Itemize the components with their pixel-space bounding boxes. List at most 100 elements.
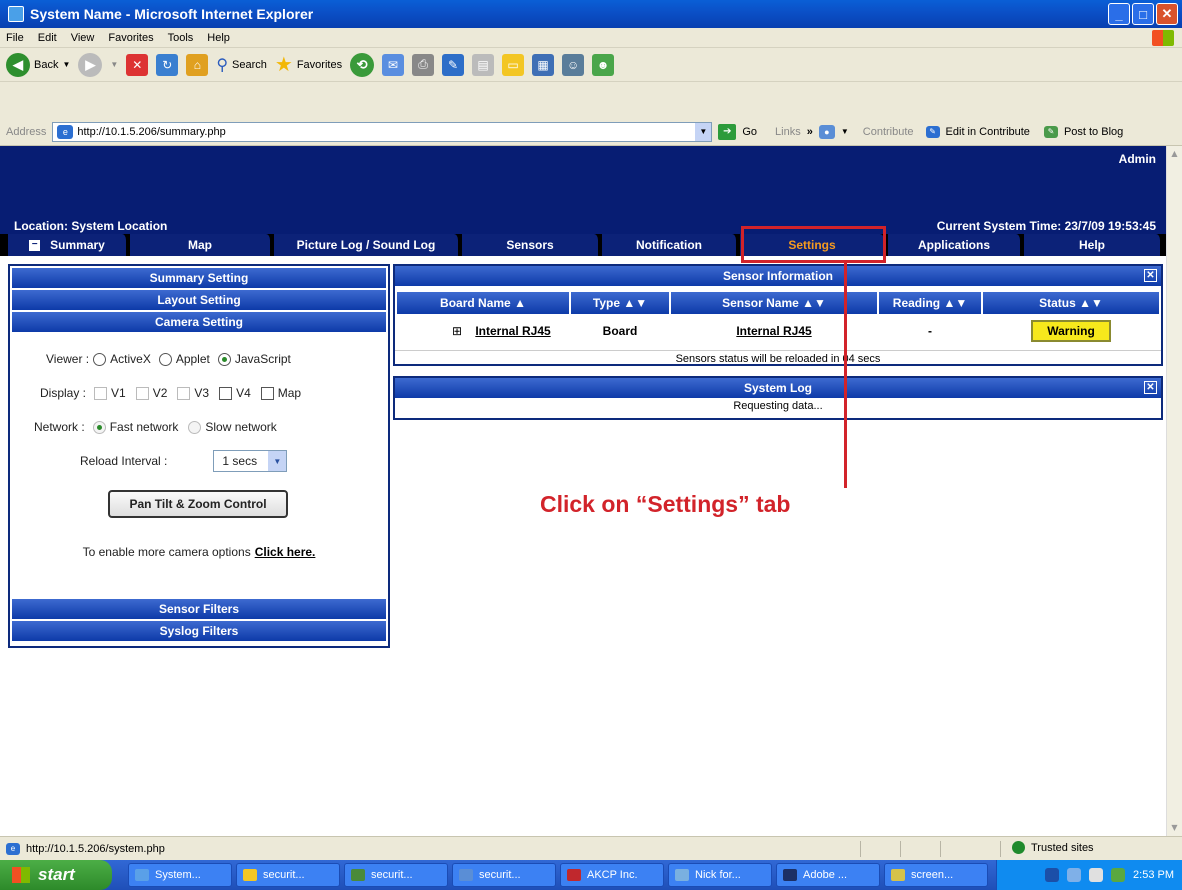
security-zone[interactable]: Trusted sites [1012, 841, 1094, 854]
folder-icon[interactable]: ▭ [502, 53, 525, 76]
menu-file[interactable]: File [6, 32, 24, 44]
search-button[interactable]: ⚲ Search [216, 55, 267, 75]
tab-sensors[interactable]: Sensors [462, 234, 600, 256]
go-arrow-icon[interactable]: ➔ [718, 123, 737, 140]
tab-summary[interactable]: − Summary [8, 234, 128, 256]
menu-favorites[interactable]: Favorites [108, 32, 153, 44]
back-button[interactable]: ◀ Back ▼ [6, 52, 70, 77]
status-badge[interactable]: Warning [1031, 320, 1111, 342]
menu-help[interactable]: Help [207, 32, 230, 44]
close-button[interactable]: ✕ [1156, 3, 1178, 25]
tab-summary-label: Summary [50, 238, 105, 252]
network-icon[interactable] [1067, 868, 1082, 882]
display-v4-checkbox[interactable] [219, 386, 233, 400]
messenger-icon[interactable]: ☺ [562, 53, 585, 76]
check-icon [1012, 841, 1025, 854]
task-button[interactable]: securit... [344, 863, 448, 887]
stop-icon[interactable]: ✕ [126, 53, 149, 76]
back-label: Back [34, 58, 59, 71]
favorites-button[interactable]: ★ Favorites [275, 52, 342, 77]
camera-setting-header[interactable]: Camera Setting [12, 312, 386, 332]
task-button[interactable]: Nick for... [668, 863, 772, 887]
col-type[interactable]: Type ▲▼ [571, 292, 669, 314]
task-button[interactable]: Adobe ... [776, 863, 880, 887]
menu-tools[interactable]: Tools [168, 32, 194, 44]
print-icon[interactable]: ⎙ [412, 53, 435, 76]
history-icon[interactable]: ⟲ [350, 52, 375, 77]
pan-tilt-zoom-button[interactable]: Pan Tilt & Zoom Control [108, 490, 288, 518]
task-button[interactable]: securit... [452, 863, 556, 887]
close-icon[interactable]: ✕ [1144, 381, 1157, 394]
display-v2-checkbox[interactable] [135, 386, 149, 400]
address-input[interactable]: e http://10.1.5.206/summary.php ▼ [52, 121, 713, 142]
collapse-icon[interactable]: − [29, 239, 41, 251]
tab-picture-log[interactable]: Picture Log / Sound Log [274, 234, 460, 256]
updates-icon[interactable] [1111, 868, 1126, 882]
scroll-up-icon[interactable]: ▲ [1167, 146, 1182, 162]
edit-in-contribute-button[interactable]: Edit in Contribute [946, 126, 1030, 138]
contribute-label[interactable]: Contribute [863, 126, 914, 138]
help-icon[interactable] [1045, 868, 1060, 882]
research-icon[interactable]: ▦ [532, 53, 555, 76]
reload-label: Reload Interval : [80, 454, 168, 468]
browser-toolbar: ◀ Back ▼ ▶ ▼ ✕ ↻ ⌂ ⚲ Search ★ Favorites … [0, 48, 1182, 82]
syslog-filters-header[interactable]: Syslog Filters [12, 621, 386, 641]
display-v1-checkbox[interactable] [94, 386, 108, 400]
menu-view[interactable]: View [71, 32, 95, 44]
refresh-icon[interactable]: ↻ [156, 53, 179, 76]
col-board-name[interactable]: Board Name ▲ [397, 292, 569, 314]
reload-interval-select[interactable]: 1 secs ▼ [213, 450, 288, 472]
menu-edit[interactable]: Edit [38, 32, 57, 44]
contribute-icon[interactable]: ● [818, 124, 835, 139]
tab-applications[interactable]: Applications [888, 234, 1022, 256]
forward-button[interactable]: ▶ [78, 52, 103, 77]
tab-help[interactable]: Help [1024, 234, 1162, 256]
board-name-link[interactable]: Internal RJ45 [463, 322, 563, 340]
contribute-dropdown-icon[interactable]: ▼ [841, 127, 849, 136]
vertical-scrollbar[interactable]: ▲ ▼ [1166, 146, 1182, 836]
links-chevron-icon[interactable]: » [807, 126, 813, 138]
viewer-javascript-radio[interactable] [217, 352, 231, 366]
scroll-down-icon[interactable]: ▼ [1167, 820, 1182, 836]
viewer-javascript-label: JavaScript [234, 352, 291, 366]
home-icon[interactable]: ⌂ [186, 53, 209, 76]
task-button[interactable]: System... [128, 863, 232, 887]
forward-dropdown-icon[interactable]: ▼ [110, 60, 118, 69]
maximize-button[interactable]: □ [1132, 3, 1154, 25]
task-button[interactable]: securit... [236, 863, 340, 887]
user-label[interactable]: Admin [1119, 152, 1156, 166]
discuss-icon[interactable]: ▤ [472, 53, 495, 76]
links-button[interactable]: Links [775, 126, 801, 138]
summary-setting-header[interactable]: Summary Setting [12, 268, 386, 288]
address-url: http://10.1.5.206/summary.php [77, 125, 226, 138]
mail-icon[interactable]: ✉ [382, 53, 405, 76]
task-button[interactable]: screen... [884, 863, 988, 887]
tab-map[interactable]: Map [130, 234, 272, 256]
click-here-link[interactable]: Click here. [255, 545, 316, 559]
go-button[interactable]: Go [742, 126, 757, 138]
back-dropdown-icon[interactable]: ▼ [62, 60, 70, 69]
layout-setting-header[interactable]: Layout Setting [12, 290, 386, 310]
col-status[interactable]: Status ▲▼ [983, 292, 1159, 314]
display-map-checkbox[interactable] [260, 386, 274, 400]
display-v4-label: V4 [236, 386, 251, 400]
task-button[interactable]: AKCP Inc. [560, 863, 664, 887]
post-to-blog-button[interactable]: Post to Blog [1064, 126, 1123, 138]
minimize-button[interactable]: _ [1108, 3, 1130, 25]
network-fast-radio[interactable] [92, 420, 106, 434]
close-icon[interactable]: ✕ [1144, 269, 1157, 282]
display-v3-checkbox[interactable] [177, 386, 191, 400]
col-reading[interactable]: Reading ▲▼ [879, 292, 981, 314]
sensor-filters-header[interactable]: Sensor Filters [12, 599, 386, 619]
start-button[interactable]: start [0, 860, 112, 890]
volume-icon[interactable] [1089, 868, 1104, 882]
viewer-activex-radio[interactable] [93, 352, 107, 366]
address-dropdown-icon[interactable]: ▼ [695, 122, 712, 141]
tab-notification[interactable]: Notification [602, 234, 738, 256]
network-slow-radio[interactable] [188, 420, 202, 434]
callout-text: Click on “Settings” tab [540, 491, 791, 517]
viewer-applet-radio[interactable] [158, 352, 172, 366]
edit-icon[interactable]: ✎ [442, 53, 465, 76]
document-icon [459, 869, 473, 881]
users-icon[interactable]: ☻ [592, 53, 615, 76]
